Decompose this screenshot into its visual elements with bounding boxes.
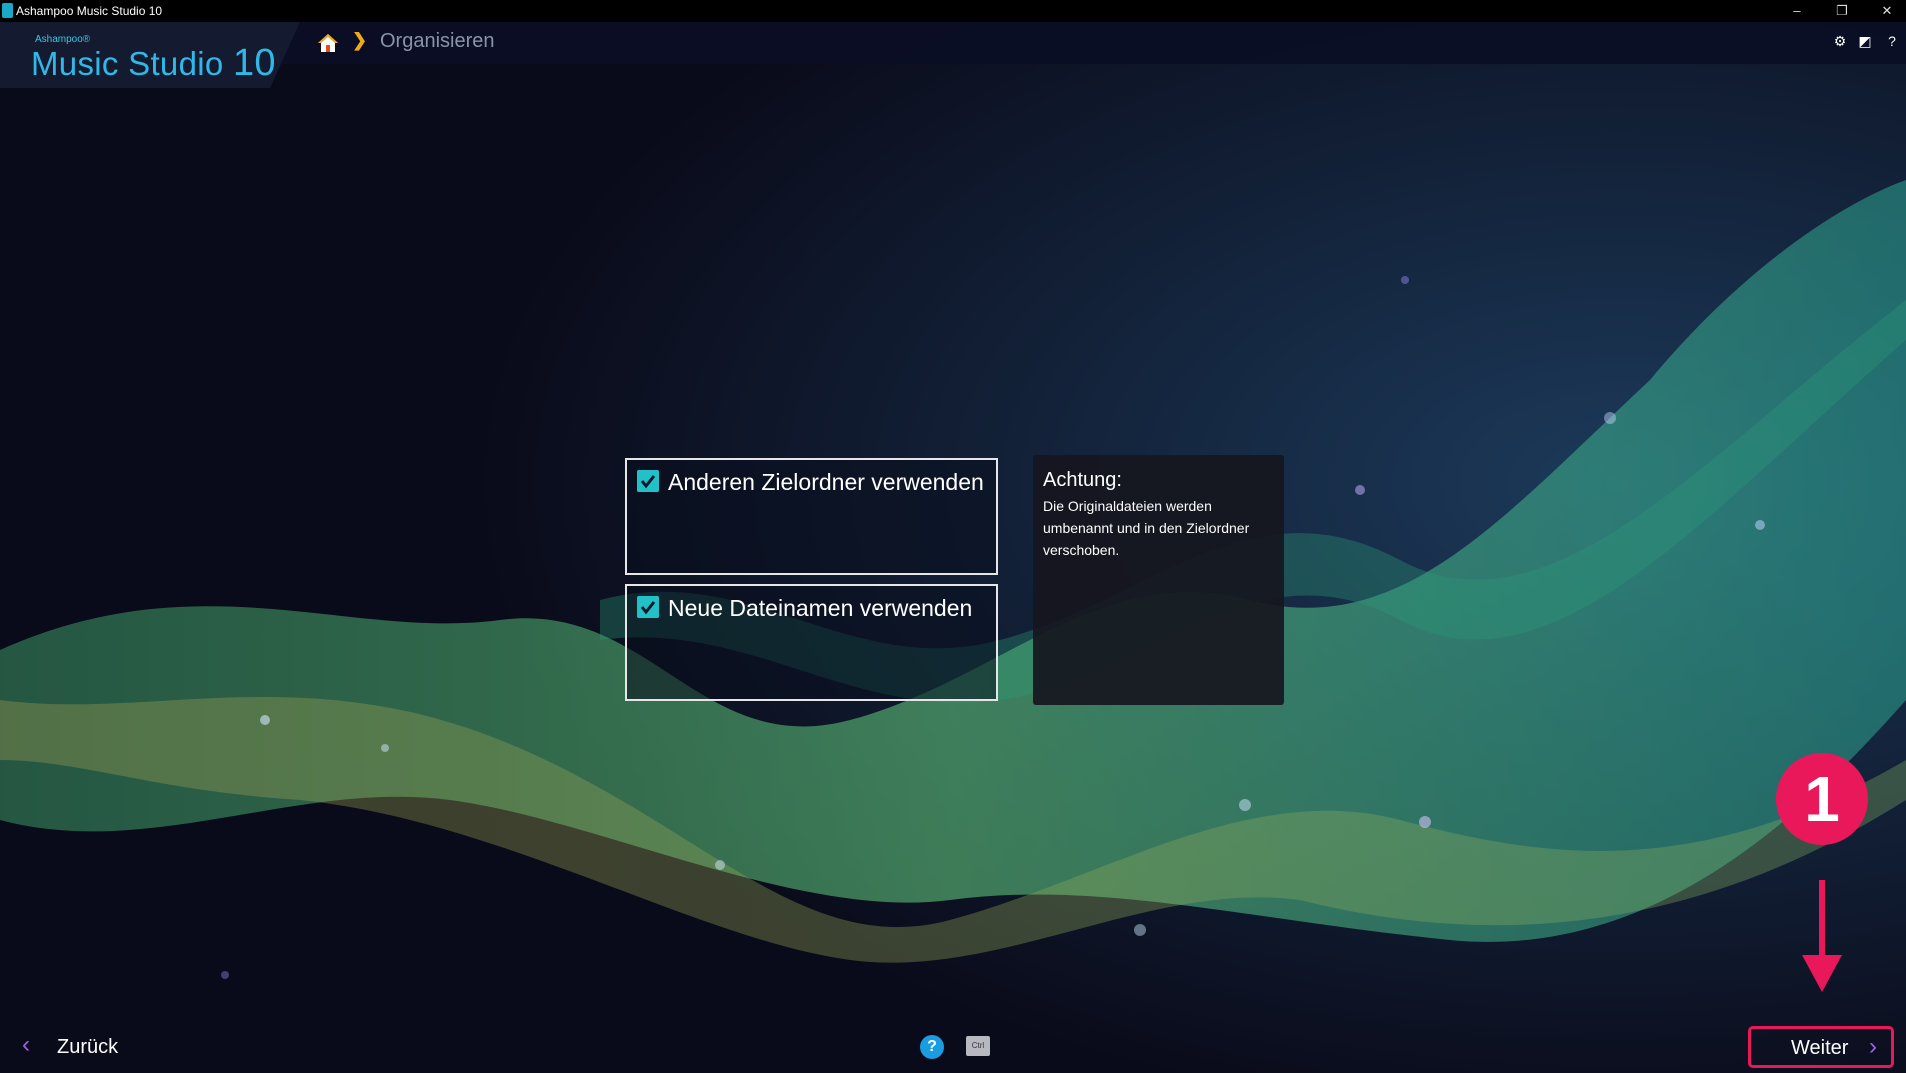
next-button[interactable]: Weiter › xyxy=(1748,1026,1894,1068)
app-icon xyxy=(2,3,13,18)
brand-product: Music Studio xyxy=(31,45,224,82)
warning-title: Achtung: xyxy=(1043,469,1122,491)
help-icon[interactable]: ? xyxy=(1884,33,1900,49)
window-title: Ashampoo Music Studio 10 xyxy=(16,4,163,18)
checkbox-checked-icon[interactable] xyxy=(637,596,659,618)
option-label: Neue Dateinamen verwenden xyxy=(668,595,973,621)
close-button[interactable]: ✕ xyxy=(1867,0,1906,22)
home-icon[interactable] xyxy=(317,32,339,54)
help-button[interactable]: ? xyxy=(920,1035,944,1059)
brand-logo: Music Studio 10 xyxy=(31,42,276,85)
minimize-button[interactable]: – xyxy=(1777,0,1817,22)
next-label: Weiter xyxy=(1791,1037,1849,1059)
breadcrumb-separator: ❯ xyxy=(352,30,368,50)
display-icon[interactable]: ◩ xyxy=(1857,33,1873,49)
arrow-down-icon xyxy=(1802,880,1842,992)
back-label: Zurück xyxy=(57,1036,119,1058)
checkbox-checked-icon[interactable] xyxy=(637,470,659,492)
chevron-right-icon: › xyxy=(1869,1033,1877,1060)
warning-text: Die Originaldateien werden umbenannt und… xyxy=(1043,498,1250,558)
restore-button[interactable]: ❐ xyxy=(1822,0,1862,22)
warning-panel: Achtung: Die Originaldateien werden umbe… xyxy=(1033,455,1284,705)
option-new-filenames[interactable]: Neue Dateinamen verwenden xyxy=(625,584,998,701)
option-label: Anderen Zielordner verwenden xyxy=(668,469,984,495)
step-badge: 1 xyxy=(1776,753,1868,845)
ctrl-key-button[interactable]: Ctrl xyxy=(966,1036,990,1056)
brand-version: 10 xyxy=(232,42,276,84)
breadcrumb-current: Organisieren xyxy=(380,30,495,52)
chevron-left-icon: ‹ xyxy=(22,1031,30,1058)
option-target-folder[interactable]: Anderen Zielordner verwenden xyxy=(625,458,998,575)
gear-icon[interactable]: ⚙ xyxy=(1832,33,1848,49)
window-titlebar: Ashampoo Music Studio 10 – ❐ ✕ xyxy=(0,0,1906,22)
